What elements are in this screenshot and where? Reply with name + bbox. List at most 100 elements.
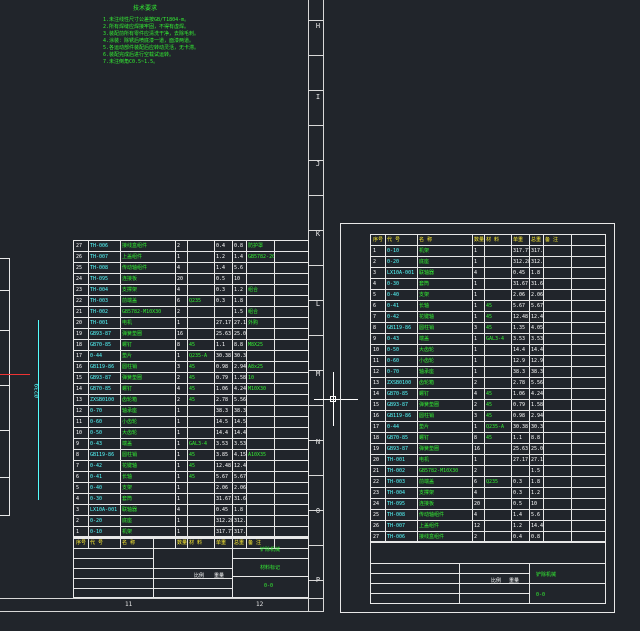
table-cell: 45 (189, 463, 196, 469)
table-cell (484, 246, 511, 257)
table-cell: 0.79 (216, 375, 229, 381)
table-cell: 底座 (419, 259, 430, 265)
table-cell: 2 (474, 402, 478, 408)
table-cell (543, 433, 571, 444)
table-cell: 8.8 (531, 435, 541, 441)
table-row: 2 0-20 底座 1 312.28312.28 (371, 257, 605, 268)
table-cell: 数量 (474, 237, 484, 243)
table-cell: 4.24 (531, 391, 543, 397)
table-cell: TH-006 (90, 243, 109, 249)
table-cell (543, 389, 571, 400)
table-cell: 45 (486, 325, 493, 331)
table-cell: GB93-87 (90, 375, 112, 381)
ruler-letter: J (315, 160, 321, 168)
table-row: 9 0-43 端盖 1 GAL3-4 3.53 3.53 (74, 439, 308, 450)
table-cell: 2 (177, 397, 181, 403)
table-row: 23 TH-004 支撑架 4 0.3 1.2 (371, 488, 605, 499)
table-cell: 1.4 (216, 265, 226, 271)
table-cell: 0-50 (90, 430, 103, 436)
table-cell: 套筒 (122, 496, 133, 502)
table-cell (484, 455, 511, 466)
right-bom-table: 序号代 号 名 称 数量材 料 单重 总重备 注 1 0-10 机架 1 317.77317.77… (370, 234, 606, 543)
table-cell: 垫片 (419, 424, 430, 430)
table-cell: 14.4 (216, 430, 229, 436)
table-cell: 19 (373, 446, 380, 452)
table-cell: 4 (474, 391, 478, 397)
table-cell: 4 (474, 270, 478, 276)
table-cell: 底座 (122, 518, 133, 524)
table-cell: 45 (486, 402, 493, 408)
table-cell: 5.67 (216, 474, 229, 480)
table-cell: 14 (373, 391, 380, 397)
table-cell: 38.3 (234, 408, 246, 414)
table-cell: 0.8 (234, 243, 244, 249)
table-cell: 317.77 (531, 248, 543, 254)
table-cell (543, 477, 571, 488)
table-cell: 20 (474, 501, 481, 507)
table-cell: 8 (177, 342, 181, 348)
table-cell: 30.38 (513, 424, 529, 430)
table-cell: 支撑架 (419, 490, 435, 496)
table-row: 26 TH-007 上盖组件 1 1.2 1.4 GB5782-2000 (74, 252, 308, 263)
table-cell: 5.56 (234, 397, 246, 403)
table-cell: A8x25 (248, 364, 264, 370)
table-row: 5 0-40 支架 1 2.06 2.06 (74, 483, 308, 494)
table-cell: 14.4 (531, 347, 543, 353)
table-cell: 25 (373, 512, 380, 518)
table-cell: 联轴器 (419, 270, 435, 276)
table-cell: 22 (373, 479, 380, 485)
table-row: 24 TH-095 连接板 20 0.5 10 (371, 499, 605, 510)
table-cell: 31.67 (216, 496, 232, 502)
table-cell: 31.67 (234, 496, 246, 502)
table-cell: 1.2 (234, 287, 244, 293)
table-cell: 总重 (531, 237, 542, 243)
table-cell: 0-41 (90, 474, 103, 480)
table-cell: 5.67 (531, 303, 543, 309)
table-cell: 9 (76, 441, 80, 447)
table-cell: 6 (177, 298, 181, 304)
left-drawing-name: 铲除机械 (260, 547, 281, 553)
table-cell (187, 516, 214, 527)
table-cell: 6 (373, 303, 377, 309)
ruler-letter: O (315, 507, 321, 515)
table-cell: 1 (474, 314, 478, 320)
table-cell: Q235 (189, 298, 202, 304)
table-row: 25 TH-008 传动轴组件 4 1.4 5.6 (74, 263, 308, 274)
table-cell: 1 (474, 303, 478, 309)
table-cell: 圆柱销 (122, 364, 138, 370)
table-cell: GB93-87 (387, 446, 409, 452)
table-cell: 0-43 (90, 441, 103, 447)
table-cell: 1 (177, 463, 181, 469)
table-cell (484, 521, 511, 532)
table-cell: 17 (76, 353, 83, 359)
tech-note-line: 6.装配完成后进行空载试运转。 (103, 52, 175, 58)
table-cell (246, 274, 274, 285)
table-cell: 27.17 (513, 457, 529, 463)
table-cell: TH-007 (387, 523, 406, 529)
table-cell: 序号 (373, 237, 384, 243)
table-cell (484, 466, 511, 477)
table-row: 9 0-43 端盖 1 GAL3-4 3.53 3.53 (371, 334, 605, 345)
table-cell: 11 (76, 419, 83, 425)
table-cell (484, 279, 511, 290)
table-cell: 14.5 (216, 419, 229, 425)
table-cell: 传动轴组件 (122, 265, 148, 271)
table-cell (543, 411, 571, 422)
table-cell: 4 (177, 265, 181, 271)
table-cell: 1 (177, 430, 181, 436)
table-cell: 组合 (248, 309, 259, 315)
table-cell (246, 329, 274, 340)
table-cell: 12 (76, 408, 83, 414)
table-cell: 0.3 (216, 287, 226, 293)
table-cell: 3 (474, 413, 478, 419)
table-cell: 0-42 (90, 463, 103, 469)
table-cell: 0-41 (387, 303, 400, 309)
table-cell: 2.06 (216, 485, 229, 491)
table-cell: 26 (76, 254, 83, 260)
table-cell: 螺钉 (122, 386, 133, 392)
table-cell: 12.48 (234, 463, 246, 469)
table-cell: 14.4 (234, 430, 246, 436)
table-cell (187, 263, 214, 274)
table-cell: 材 料 (486, 237, 500, 243)
table-cell: 1.06 (513, 391, 526, 397)
